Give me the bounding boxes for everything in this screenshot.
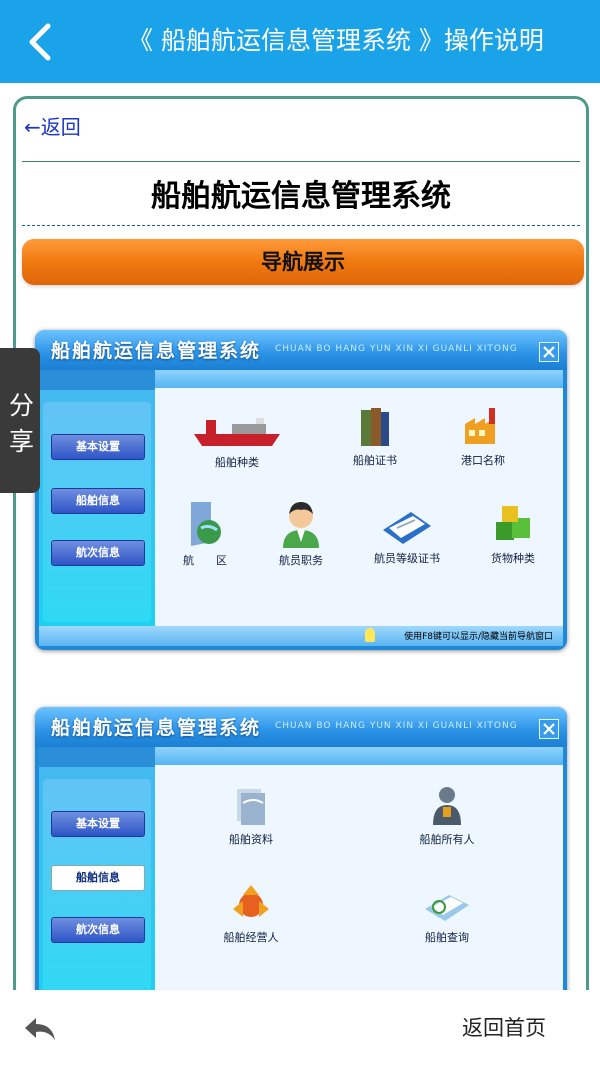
screenshot-window-ship-info: 船舶航运信息管理系统 CHUAN BO HANG YUN XIN XI GUAN… — [35, 707, 567, 999]
item-label: 航员职务 — [279, 554, 323, 567]
search-docs-icon — [425, 895, 469, 921]
factory-icon — [465, 408, 495, 444]
books-icon — [361, 408, 389, 446]
back-arrow-icon[interactable] — [22, 20, 62, 64]
item-ship-owner: 船舶所有人 — [395, 783, 499, 847]
globe-folder-icon — [191, 502, 221, 546]
content-card: ←返回 船舶航运信息管理系统 导航展示 船舶航运信息管理系统 CHUAN BO … — [13, 96, 589, 999]
screenshot-window-basic-settings: 船舶航运信息管理系统 CHUAN BO HANG YUN XIN XI GUAN… — [35, 330, 567, 650]
window-titlebar: 船舶航运信息管理系统 CHUAN BO HANG YUN XIN XI GUAN… — [35, 330, 567, 370]
certificate-icon — [383, 512, 431, 544]
person-icon — [283, 502, 319, 548]
divider — [22, 161, 580, 162]
share-tab[interactable]: 分 享 — [0, 348, 40, 493]
share-label-1: 分 — [9, 391, 35, 420]
sidebar-button-voyage-info: 航次信息 — [51, 917, 145, 943]
back-link[interactable]: ←返回 — [24, 111, 81, 140]
item-ship-certificate: 船舶证书 — [323, 404, 427, 468]
documents-icon — [237, 789, 265, 825]
item-cargo-type: 货物种类 — [461, 500, 565, 566]
status-text: 使用F8键可以显示/隐藏当前导航窗口 — [404, 632, 553, 642]
window-sidebar: 基本设置 船舶信息 航次信息 — [39, 747, 155, 999]
window-content: 船舶种类 船舶证书 港口名称 航 区 航员职务 航员等级证书 货物种类 — [155, 370, 563, 626]
dashed-divider — [22, 225, 580, 226]
item-ship-data: 船舶资料 — [199, 783, 303, 847]
cargo-cubes-icon — [496, 506, 530, 540]
nav-banner: 导航展示 — [22, 239, 584, 285]
window-title: 船舶航运信息管理系统 — [51, 340, 262, 362]
close-icon — [539, 342, 559, 362]
item-label: 船舶查询 — [425, 931, 469, 944]
bottom-bar: 返回首页 — [0, 990, 600, 1067]
window-pinyin: CHUAN BO HANG YUN XIN XI GUANLI XITONG — [275, 721, 518, 731]
sidebar-button-ship-info: 船舶信息 — [51, 865, 145, 891]
window-titlebar: 船舶航运信息管理系统 CHUAN BO HANG YUN XIN XI GUAN… — [35, 707, 567, 747]
top-bar: 《 船舶航运信息管理系统 》操作说明 — [0, 0, 600, 83]
window-content: 船舶资料 船舶所有人 船舶经营人 船舶查询 — [155, 747, 563, 999]
sidebar-button-basic-settings: 基本设置 — [51, 434, 145, 460]
sidebar-button-basic-settings: 基本设置 — [51, 811, 145, 837]
item-sea-area: 航 区 — [153, 498, 257, 568]
share-label-2: 享 — [9, 427, 35, 456]
page-title: 《 船舶航运信息管理系统 》操作说明 — [128, 26, 544, 55]
item-crew-position: 航员职务 — [249, 498, 353, 568]
item-port-name: 港口名称 — [431, 404, 535, 468]
item-label: 航 区 — [183, 554, 227, 567]
item-label: 货物种类 — [491, 552, 535, 565]
item-label: 港口名称 — [461, 454, 505, 467]
item-label: 船舶种类 — [215, 456, 259, 469]
window-sidebar: 基本设置 船舶信息 航次信息 — [39, 370, 155, 626]
item-label: 航员等级证书 — [374, 552, 440, 565]
item-label: 船舶证书 — [353, 454, 397, 467]
close-icon — [539, 719, 559, 739]
window-title: 船舶航运信息管理系统 — [51, 717, 262, 739]
owner-icon — [433, 787, 461, 825]
item-crew-grade-certificate: 航员等级证书 — [355, 504, 459, 566]
system-title: 船舶航运信息管理系统 — [151, 179, 451, 214]
item-ship-type: 船舶种类 — [185, 412, 289, 470]
operator-icon — [233, 885, 269, 917]
item-label: 船舶经营人 — [223, 931, 279, 944]
ship-icon — [194, 418, 280, 446]
sidebar-button-voyage-info: 航次信息 — [51, 540, 145, 566]
lightbulb-icon — [365, 628, 375, 642]
item-label: 船舶资料 — [229, 833, 273, 846]
item-ship-operator: 船舶经营人 — [199, 881, 303, 945]
sidebar-button-ship-info: 船舶信息 — [51, 488, 145, 514]
item-label: 船舶所有人 — [419, 833, 475, 846]
item-ship-query: 船舶查询 — [395, 885, 499, 945]
home-link[interactable]: 返回首页 — [462, 1012, 546, 1042]
status-bar: 使用F8键可以显示/隐藏当前导航窗口 — [39, 626, 563, 646]
window-pinyin: CHUAN BO HANG YUN XIN XI GUANLI XITONG — [275, 344, 518, 354]
undo-arrow-icon[interactable] — [22, 1014, 58, 1048]
